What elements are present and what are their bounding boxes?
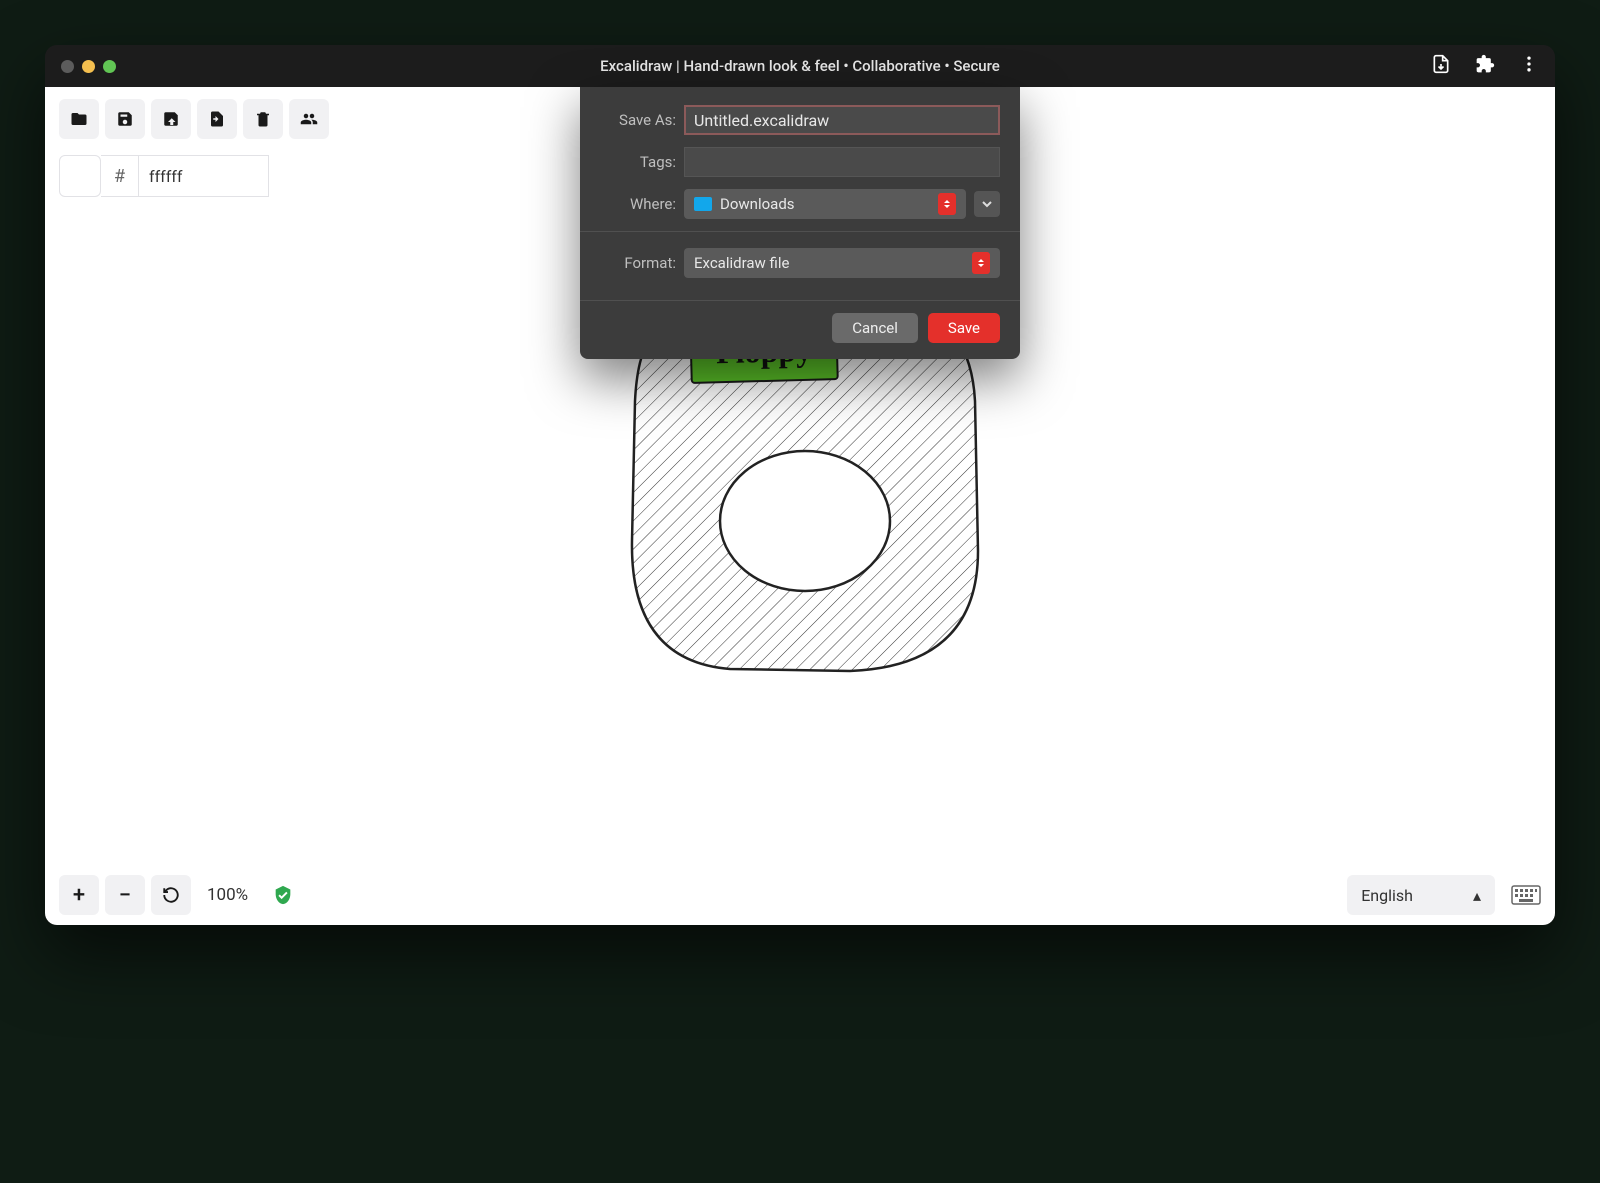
updown-icon (938, 193, 956, 215)
install-icon[interactable] (1431, 54, 1451, 78)
minimize-window-dot[interactable] (82, 60, 95, 73)
save-as-label: Save As: (600, 111, 684, 129)
close-window-dot[interactable] (61, 60, 74, 73)
traffic-lights (61, 60, 116, 73)
open-file-button[interactable] (59, 99, 99, 139)
format-value: Excalidraw file (694, 254, 789, 272)
bottom-toolbar: + − 100% English ▴ (45, 865, 1555, 925)
triangle-up-icon: ▴ (1473, 886, 1481, 905)
updown-icon (972, 252, 990, 274)
tags-input[interactable] (684, 147, 1000, 177)
window-title: Excalidraw | Hand-drawn look & feel • Co… (600, 57, 1000, 75)
folder-icon (694, 197, 712, 211)
language-label: English (1361, 886, 1413, 905)
dialog-footer: Cancel Save (580, 300, 1020, 359)
zoom-in-button[interactable]: + (59, 875, 99, 915)
titlebar: Excalidraw | Hand-drawn look & feel • Co… (45, 45, 1555, 87)
hash-label: # (101, 155, 139, 197)
export-button[interactable] (197, 99, 237, 139)
zoom-level: 100% (207, 885, 248, 905)
save-confirm-button[interactable]: Save (928, 313, 1000, 343)
expand-button[interactable] (974, 191, 1000, 217)
zoom-out-button[interactable]: − (105, 875, 145, 915)
filename-input[interactable] (684, 105, 1000, 135)
where-value: Downloads (720, 195, 795, 213)
keyboard-icon[interactable] (1511, 884, 1541, 906)
hex-input[interactable] (139, 155, 269, 197)
save-as-button[interactable] (151, 99, 191, 139)
format-select[interactable]: Excalidraw file (684, 248, 1000, 278)
menu-icon[interactable] (1519, 54, 1539, 78)
where-label: Where: (600, 195, 684, 213)
format-label: Format: (600, 254, 684, 272)
fullscreen-window-dot[interactable] (103, 60, 116, 73)
tags-label: Tags: (600, 153, 684, 171)
extensions-icon[interactable] (1475, 54, 1495, 78)
collaborate-button[interactable] (289, 99, 329, 139)
language-select[interactable]: English ▴ (1347, 875, 1495, 915)
save-button[interactable] (105, 99, 145, 139)
cancel-button[interactable]: Cancel (832, 313, 918, 343)
save-dialog: Save As: Tags: Where: Downloads Format: (580, 87, 1020, 359)
reset-zoom-button[interactable] (151, 875, 191, 915)
color-swatch[interactable] (59, 155, 101, 197)
shield-icon (272, 884, 294, 906)
where-select[interactable]: Downloads (684, 189, 966, 219)
app-window: Excalidraw | Hand-drawn look & feel • Co… (45, 45, 1555, 925)
delete-button[interactable] (243, 99, 283, 139)
